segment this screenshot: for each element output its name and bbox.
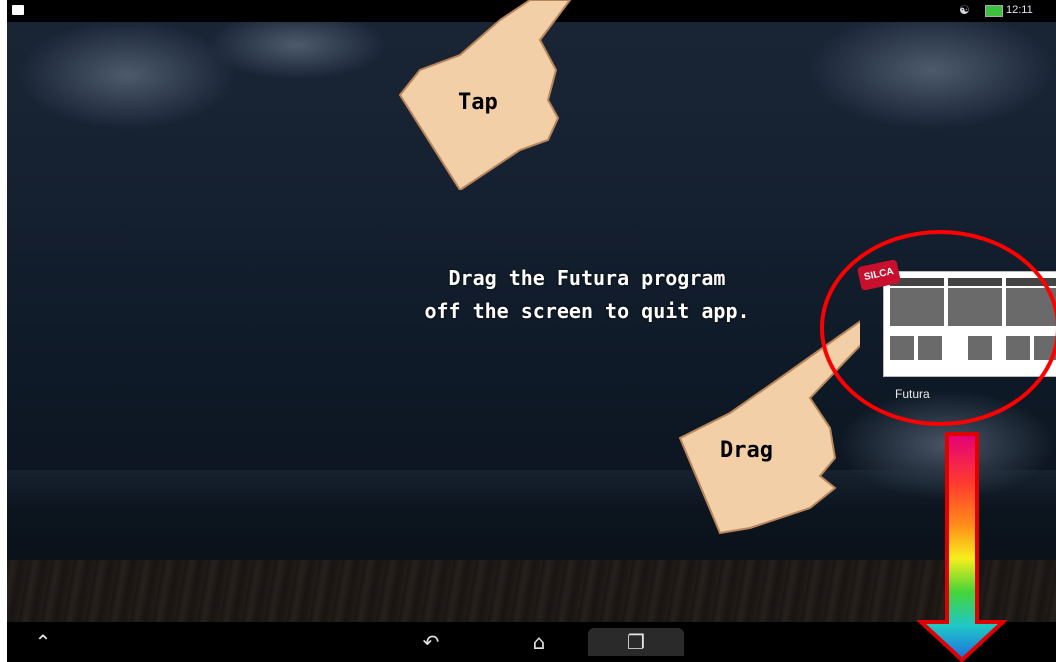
wallpaper-deck [7, 560, 1056, 630]
highlight-ellipse [820, 230, 1056, 426]
instruction-line-2: off the screen to quit app. [424, 299, 750, 323]
instruction-line-1: Drag the Futura program [448, 266, 726, 290]
menu-chevron-icon[interactable]: ⌃ [23, 628, 63, 656]
wallpaper-horizon [7, 470, 1056, 510]
drag-label: Drag [720, 438, 773, 463]
wallpaper-cloud [807, 10, 1056, 130]
wallpaper-cloud [17, 20, 237, 130]
wifi-icon: ☯ [959, 3, 970, 17]
clock: 12:11 [1006, 4, 1033, 16]
screen: ☯ 12:11 SILCA Futura ⌃ ↶ ⌂ ❐ Tap Drag Dr… [0, 0, 1056, 662]
navigation-bar: ⌃ ↶ ⌂ ❐ [7, 622, 1056, 662]
instruction-text: Drag the Futura program off the screen t… [377, 262, 797, 328]
back-arrow-icon[interactable]: ↶ [411, 628, 451, 656]
home-icon[interactable]: ⌂ [519, 628, 559, 656]
tap-label: Tap [458, 90, 498, 115]
recent-apps-icon[interactable]: ❐ [588, 628, 684, 656]
notification-icon [12, 5, 24, 15]
drag-down-arrow [917, 432, 1007, 662]
battery-icon [985, 5, 1003, 17]
